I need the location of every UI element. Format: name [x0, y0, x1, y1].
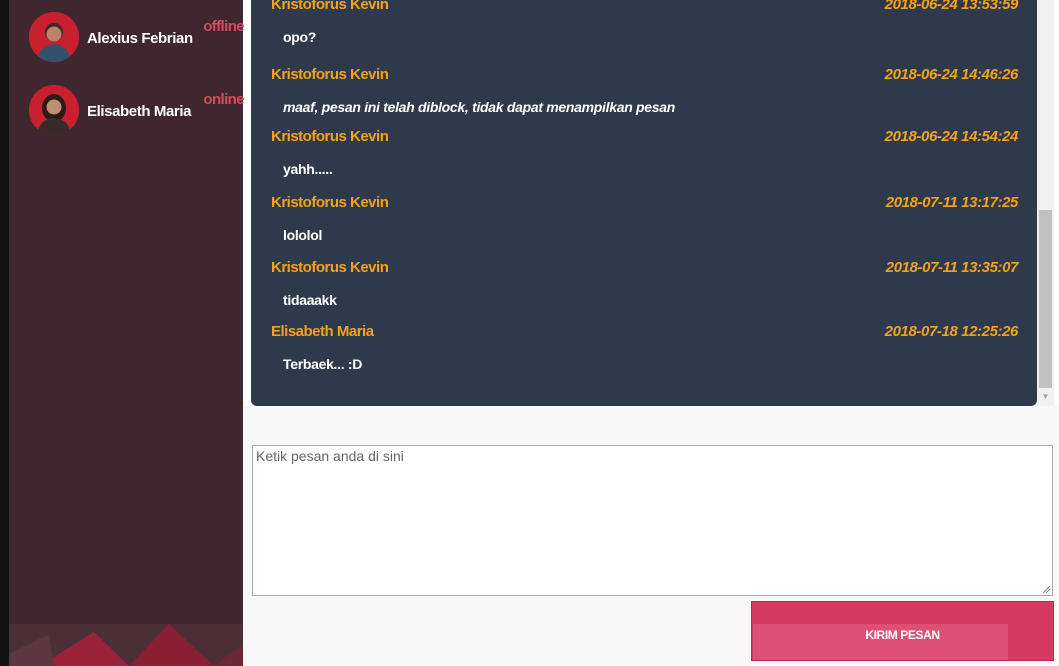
resize-grip-icon[interactable] [1041, 584, 1051, 594]
contact-item-alexius[interactable]: Alexius Febrian offline [19, 12, 245, 76]
message-text: maaf, pesan ini telah diblock, tidak dap… [283, 99, 676, 115]
contact-name: Elisabeth Maria [87, 103, 192, 120]
message-timestamp: 2018-07-11 13:35:07 [885, 259, 1019, 276]
message-timestamp: 2018-07-18 12:25:26 [884, 323, 1019, 340]
contact-name: Alexius Febrian [87, 30, 193, 47]
message-timestamp: 2018-06-24 13:53:59 [884, 0, 1019, 13]
message-sender: Kristoforus Kevin [271, 128, 389, 145]
sidebar-decoration [9, 624, 243, 666]
scrollbar-thumb[interactable] [1039, 210, 1052, 388]
message-sender: Kristoforus Kevin [271, 194, 389, 211]
contacts-sidebar: Alexius Febrian offline Elisabeth Maria … [0, 0, 245, 666]
contact-status-badge: online [203, 91, 244, 108]
chat-message: Kristoforus Kevin 2018-06-24 13:53:59 op… [251, 0, 1037, 62]
message-text: Terbaek... :D [283, 356, 363, 372]
message-timestamp: 2018-07-11 13:17:25 [885, 194, 1019, 211]
message-sender: Kristoforus Kevin [271, 259, 389, 276]
chat-message: Kristoforus Kevin 2018-07-11 13:35:07 ti… [251, 259, 1037, 325]
scroll-down-arrow-icon[interactable]: ▼ [1037, 390, 1054, 404]
message-sender: Kristoforus Kevin [271, 66, 389, 83]
chat-message: Kristoforus Kevin 2018-06-24 14:46:26 ma… [251, 66, 1037, 132]
message-timestamp: 2018-06-24 14:46:26 [884, 66, 1019, 83]
chat-message: Kristoforus Kevin 2018-07-11 13:17:25 lo… [251, 194, 1037, 260]
chat-messages-panel: Kristoforus Kevin 2018-06-24 13:53:59 op… [251, 0, 1037, 406]
message-sender: Kristoforus Kevin [271, 0, 389, 13]
message-input[interactable] [252, 445, 1053, 596]
message-timestamp: 2018-06-24 14:54:24 [884, 128, 1019, 145]
person-avatar-icon [29, 12, 79, 62]
message-text: tidaaakk [283, 292, 337, 308]
send-message-button[interactable]: KIRIM PESAN [751, 601, 1054, 661]
chat-message: Elisabeth Maria 2018-07-18 12:25:26 Terb… [251, 323, 1037, 389]
message-text: yahh..... [283, 161, 333, 177]
chat-message: Kristoforus Kevin 2018-06-24 14:54:24 ya… [251, 128, 1037, 194]
person-avatar-icon [29, 85, 79, 135]
contact-status-badge: offline [203, 18, 244, 35]
message-text: lololol [283, 227, 323, 243]
contact-item-elisabeth[interactable]: Elisabeth Maria online [19, 85, 245, 149]
message-text: opo? [283, 29, 317, 45]
chat-scrollbar[interactable]: ▼ [1037, 0, 1054, 406]
message-sender: Elisabeth Maria [271, 323, 374, 340]
send-button-label: KIRIM PESAN [865, 628, 940, 642]
